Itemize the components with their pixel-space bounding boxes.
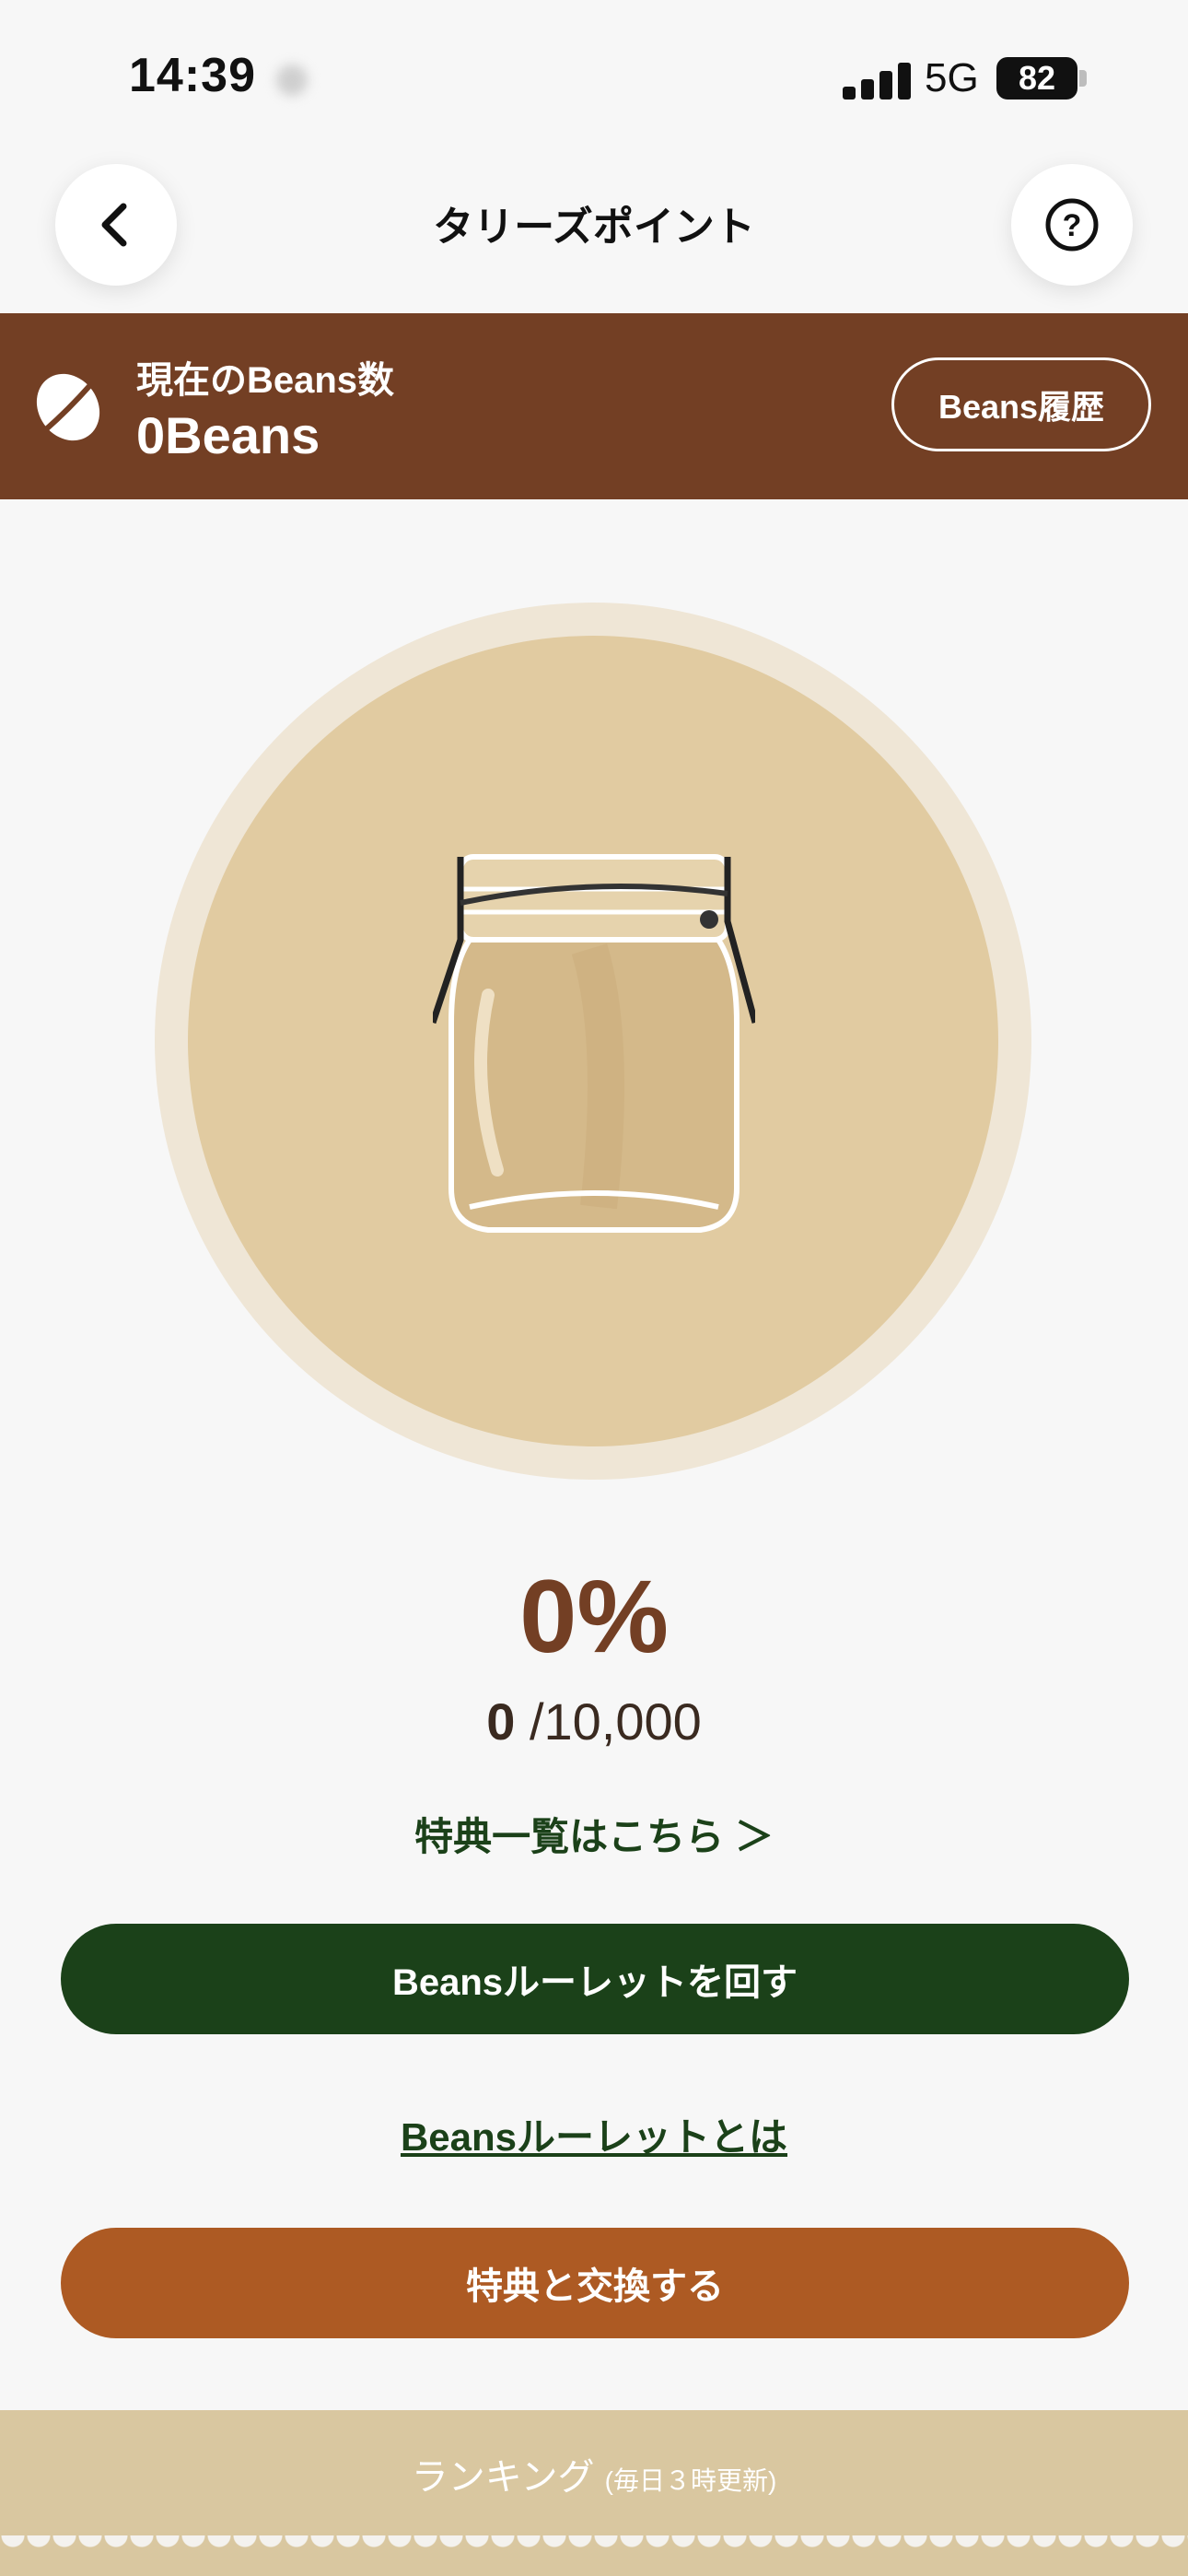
signal-icon xyxy=(843,63,911,100)
spin-roulette-button[interactable]: Beansルーレットを回す xyxy=(61,1924,1129,2034)
ranking-update-note: (毎日３時更新) xyxy=(604,2466,777,2495)
status-indicator-dot xyxy=(276,64,308,96)
help-button[interactable]: ? xyxy=(1011,164,1133,286)
beans-count: 0Beans xyxy=(136,406,320,464)
current-beans: 0 xyxy=(486,1692,516,1751)
status-time: 14:39 xyxy=(129,49,256,102)
benefits-list-link[interactable]: 特典一覧はこちら ＞ xyxy=(0,1806,1188,1862)
goal-beans: /10,000 xyxy=(529,1692,702,1751)
battery-icon: 82 xyxy=(996,57,1077,100)
network-type: 5G xyxy=(925,55,979,100)
ranking-label: ランキング xyxy=(411,2457,595,2498)
page-title: タリーズポイント xyxy=(433,205,755,250)
glass-jar-icon xyxy=(433,854,755,1233)
beans-history-button[interactable]: Beans履歴 xyxy=(891,357,1151,451)
progress-percent: 0% xyxy=(519,1559,669,1674)
battery-tip xyxy=(1079,70,1087,87)
svg-text:?: ? xyxy=(1063,208,1082,243)
beans-label: 現在のBeans数 xyxy=(136,360,395,401)
roulette-about-link[interactable]: Beansルーレットとは xyxy=(0,2106,1188,2162)
exchange-benefits-button[interactable]: 特典と交換する xyxy=(61,2228,1129,2338)
ranking-title: ランキング (毎日３時更新) xyxy=(0,2447,1188,2500)
scalloped-edge xyxy=(0,2535,1188,2576)
progress-count: 0 /10,000 xyxy=(0,1692,1188,1751)
coffee-bean-icon xyxy=(36,373,100,441)
question-circle-icon: ? xyxy=(1045,198,1099,252)
